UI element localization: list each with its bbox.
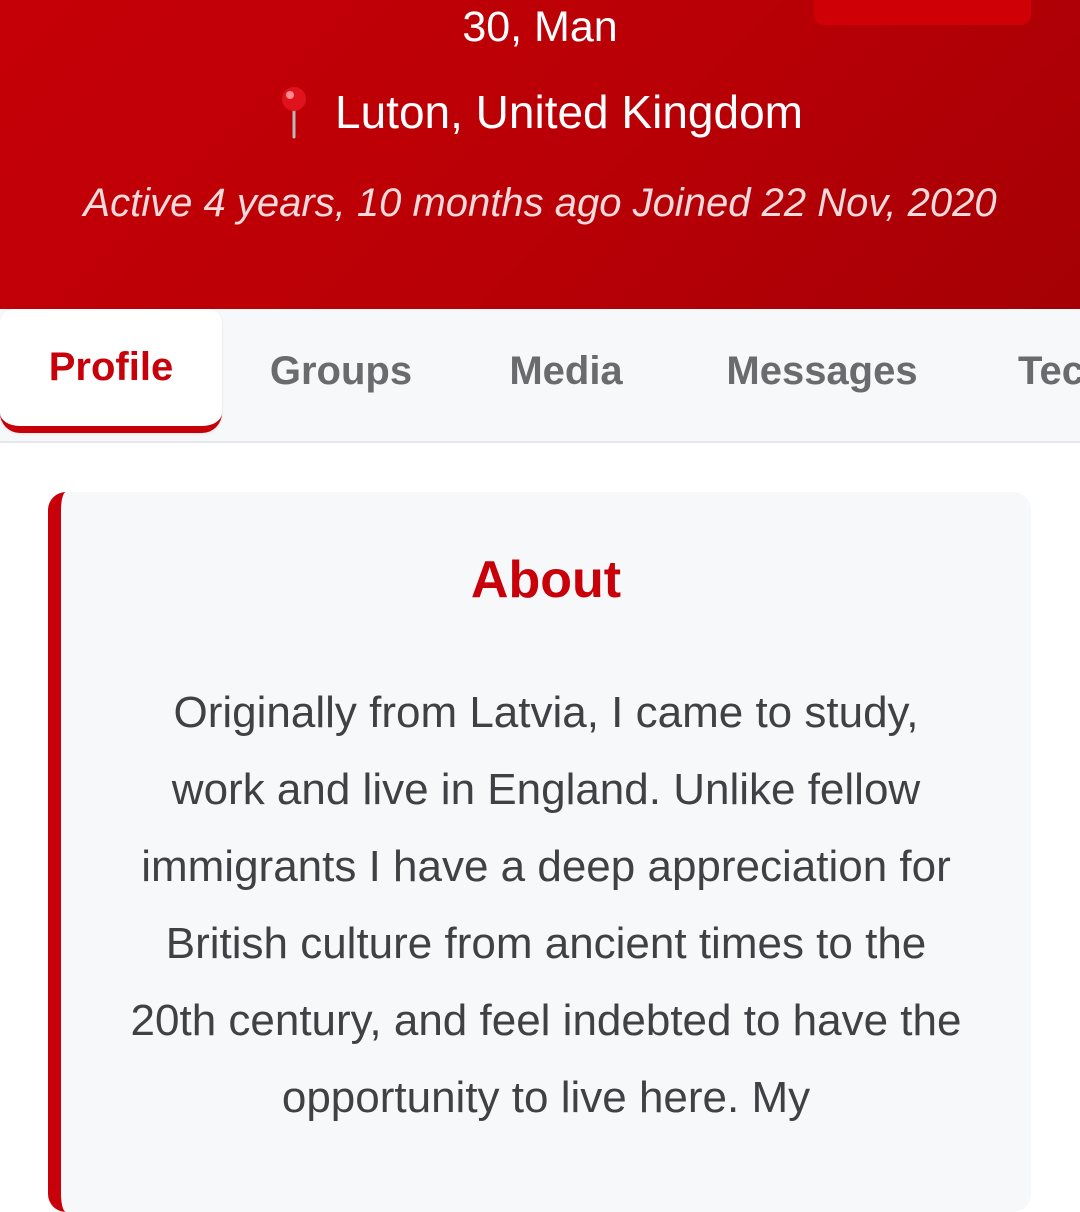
about-title: About — [470, 551, 622, 609]
tab-groups[interactable]: Groups — [258, 309, 424, 433]
about-card: About Originally from Latvia, I came to … — [48, 492, 1031, 1212]
pushpin-icon — [277, 85, 311, 139]
about-text: Originally from Latvia, I came to study,… — [130, 688, 962, 1122]
profile-header: 30, Man Luton, United Kingdom Active 4 y… — [0, 0, 1080, 309]
location: Luton, United Kingdom — [0, 85, 1080, 139]
location-text: Luton, United Kingdom — [335, 86, 803, 138]
tab-profile[interactable]: Profile — [0, 309, 222, 433]
tab-media[interactable]: Media — [495, 309, 637, 433]
tab-truncated[interactable]: Tec — [1008, 309, 1080, 433]
activity-status: Active 4 years, 10 months ago Joined 22 … — [83, 181, 997, 225]
tab-messages[interactable]: Messages — [713, 309, 931, 433]
age-gender: 30, Man — [462, 3, 618, 51]
profile-tabs: Profile Groups Media Messages Tec — [0, 309, 1080, 443]
